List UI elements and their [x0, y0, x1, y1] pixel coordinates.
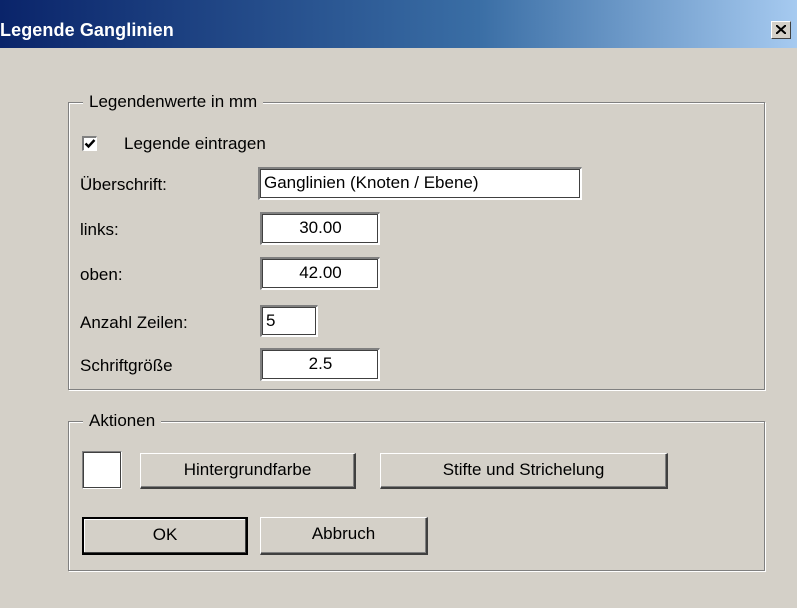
- left-label: links:: [80, 220, 119, 239]
- heading-input[interactable]: Ganglinien (Knoten / Ebene): [258, 167, 582, 200]
- pens-and-dashing-button[interactable]: Stifte und Strichelung: [380, 453, 668, 489]
- dialog-window: Legende Ganglinien Legendenwerte in mm L…: [0, 0, 797, 608]
- actions-group-title: Aktionen: [83, 411, 162, 431]
- top-label: oben:: [80, 265, 123, 284]
- top-input[interactable]: 42.00: [260, 257, 380, 290]
- close-icon: [776, 25, 786, 34]
- heading-label: Überschrift:: [80, 175, 167, 194]
- show-legend-checkbox[interactable]: [82, 136, 97, 151]
- background-color-button[interactable]: Hintergrundfarbe: [140, 453, 356, 489]
- checkmark-icon: [84, 139, 96, 149]
- rows-input[interactable]: 5: [260, 305, 318, 337]
- cancel-button[interactable]: Abbruch: [260, 517, 428, 555]
- fontsize-label: Schriftgröße: [80, 356, 173, 375]
- rows-label: Anzahl Zeilen:: [80, 313, 188, 332]
- fontsize-input[interactable]: 2.5: [260, 348, 380, 381]
- left-input[interactable]: 30.00: [260, 212, 380, 245]
- show-legend-label: Legende eintragen: [124, 134, 266, 153]
- background-color-swatch[interactable]: [82, 451, 122, 489]
- window-title: Legende Ganglinien: [0, 20, 174, 40]
- ok-button[interactable]: OK: [82, 517, 248, 555]
- close-button[interactable]: [771, 21, 791, 39]
- legend-values-group-title: Legendenwerte in mm: [83, 92, 264, 112]
- title-bar: Legende Ganglinien: [0, 0, 797, 48]
